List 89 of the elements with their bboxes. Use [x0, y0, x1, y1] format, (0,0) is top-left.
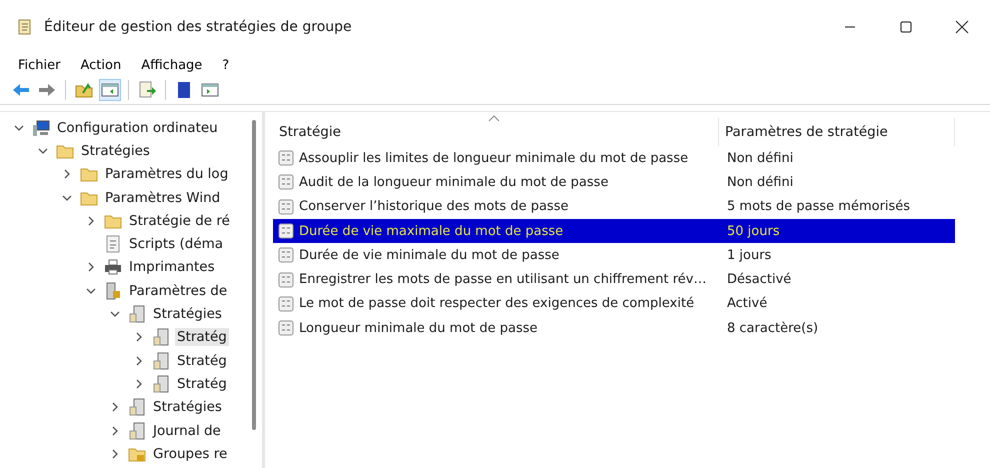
policy-setting: Non défini — [726, 174, 794, 190]
policy-icon — [277, 246, 295, 264]
policy-setting: Désactivé — [726, 272, 792, 288]
server-icon — [152, 328, 170, 346]
window-title: Éditeur de gestion des stratégies de groupe — [44, 19, 353, 35]
computer-icon — [32, 118, 50, 137]
menu-item[interactable]: Fichier — [8, 54, 70, 76]
policy-name: Enregistrer les mots de passe en utilisant un chiffrement rév… — [299, 272, 706, 288]
tree-item[interactable]: Stratégie de ré — [127, 212, 232, 230]
policy-row[interactable]: Le mot de passe doit respecter des exigences de complexité Activé — [273, 292, 955, 316]
column-header[interactable]: Stratégie — [273, 118, 719, 146]
expand-chevron-icon[interactable] — [86, 216, 96, 226]
policy-setting: 8 caractère(s) — [726, 320, 818, 336]
tree-item[interactable]: Configuration ordinateu — [55, 118, 220, 137]
server-icon — [128, 398, 146, 416]
policy-row[interactable]: Durée de vie maximale du mot de passe 50 jours — [273, 218, 955, 244]
policy-setting: Non défini — [726, 150, 794, 166]
server-icon — [128, 422, 146, 440]
menu-item[interactable]: Action — [70, 54, 132, 76]
policy-name: Longueur minimale du mot de passe — [299, 320, 538, 336]
toolbar-button[interactable] — [99, 79, 121, 101]
policy-row[interactable]: Audit de la longueur minimale du mot de passe Non défini — [273, 170, 955, 195]
policy-icon — [277, 198, 295, 216]
folder-up-icon — [75, 81, 93, 99]
policy-name: Le mot de passe doit respecter des exigences de complexité — [299, 296, 694, 312]
expand-chevron-icon[interactable] — [62, 169, 72, 180]
expand-chevron-icon[interactable] — [110, 448, 120, 459]
server-icon — [152, 374, 170, 393]
tree-item[interactable]: Paramètres du log — [103, 165, 230, 184]
expand-chevron-icon[interactable] — [86, 262, 96, 272]
tree-item[interactable]: Groupes re — [151, 444, 230, 463]
maximize-icon — [900, 21, 912, 33]
script-icon — [104, 235, 122, 254]
policy-row[interactable]: Longueur minimale du mot de passe 8 caractère(s) — [273, 316, 955, 340]
policy-icon — [277, 149, 295, 168]
tree-item[interactable]: Paramètres Wind — [103, 188, 222, 207]
policy-icon — [277, 270, 295, 289]
server-icon — [152, 352, 170, 370]
tree-item[interactable]: Stratégies — [151, 305, 224, 324]
policy-icon — [277, 173, 295, 192]
tree-item[interactable]: Scripts (déma — [127, 235, 226, 254]
tree-item[interactable]: Stratég — [175, 352, 229, 370]
pane-icon — [201, 81, 219, 99]
collapse-chevron-icon[interactable] — [110, 309, 120, 320]
policy-name: Durée de vie minimale du mot de passe — [299, 248, 560, 263]
expand-chevron-icon[interactable] — [110, 402, 120, 412]
expand-chevron-icon[interactable] — [134, 378, 144, 389]
tree-item[interactable]: Imprimantes — [127, 258, 217, 276]
policy-row[interactable]: Assouplir les limites de longueur minimale du mot de passe Non défini — [273, 146, 955, 170]
server-icon — [128, 305, 146, 324]
policy-setting: 5 mots de passe mémorisés — [726, 199, 910, 214]
expand-chevron-icon[interactable] — [134, 332, 144, 342]
policy-icon — [277, 294, 295, 313]
policy-name: Durée de vie maximale du mot de passe — [299, 224, 564, 239]
policy-name: Conserver l’historique des mots de passe — [299, 199, 568, 214]
close-icon — [955, 20, 969, 34]
printer-icon — [104, 258, 122, 276]
pane-icon — [101, 81, 119, 99]
policy-setting: 50 jours — [726, 224, 780, 239]
collapse-chevron-icon[interactable] — [38, 146, 48, 156]
policy-row[interactable]: Conserver l’historique des mots de passe 5 mots de passe mémorisés — [273, 194, 955, 219]
menu-item[interactable]: Affichage — [131, 54, 212, 76]
scrollbar[interactable] — [252, 120, 256, 430]
policy-row[interactable]: Enregistrer les mots de passe en utilisant un chiffrement rév… Désactivé — [273, 267, 955, 292]
sort-caret-icon — [488, 115, 500, 122]
policy-icon — [277, 222, 295, 240]
policy-icon — [277, 319, 295, 338]
policy-setting: Activé — [726, 296, 768, 312]
back-arrow-icon — [12, 81, 30, 99]
tree-item[interactable]: Stratég — [175, 328, 229, 346]
column-header[interactable]: Paramètres de stratégie — [719, 118, 955, 146]
tree-item[interactable]: Stratégies — [79, 142, 152, 160]
locked-server-icon — [104, 282, 122, 300]
collapse-chevron-icon[interactable] — [14, 122, 24, 133]
tree-item[interactable]: Journal de — [151, 422, 223, 440]
expand-chevron-icon[interactable] — [134, 356, 144, 366]
policy-name: Assouplir les limites de longueur minimale du mot de passe — [299, 150, 688, 166]
policy-name: Audit de la longueur minimale du mot de passe — [299, 174, 608, 190]
menu-item[interactable]: ? — [212, 54, 240, 76]
export-list-icon — [138, 81, 156, 99]
policy-row[interactable]: Durée de vie minimale du mot de passe 1 jours — [273, 243, 955, 268]
forward-arrow-icon — [38, 81, 56, 99]
tree-item[interactable]: Paramètres de — [127, 282, 230, 300]
policy-setting: 1 jours — [726, 248, 772, 263]
collapse-chevron-icon[interactable] — [86, 286, 96, 296]
tree-item[interactable]: Stratég — [175, 374, 229, 393]
tree-item[interactable]: Stratégies — [151, 398, 224, 416]
expand-chevron-icon[interactable] — [110, 426, 120, 436]
collapse-chevron-icon[interactable] — [62, 192, 72, 203]
